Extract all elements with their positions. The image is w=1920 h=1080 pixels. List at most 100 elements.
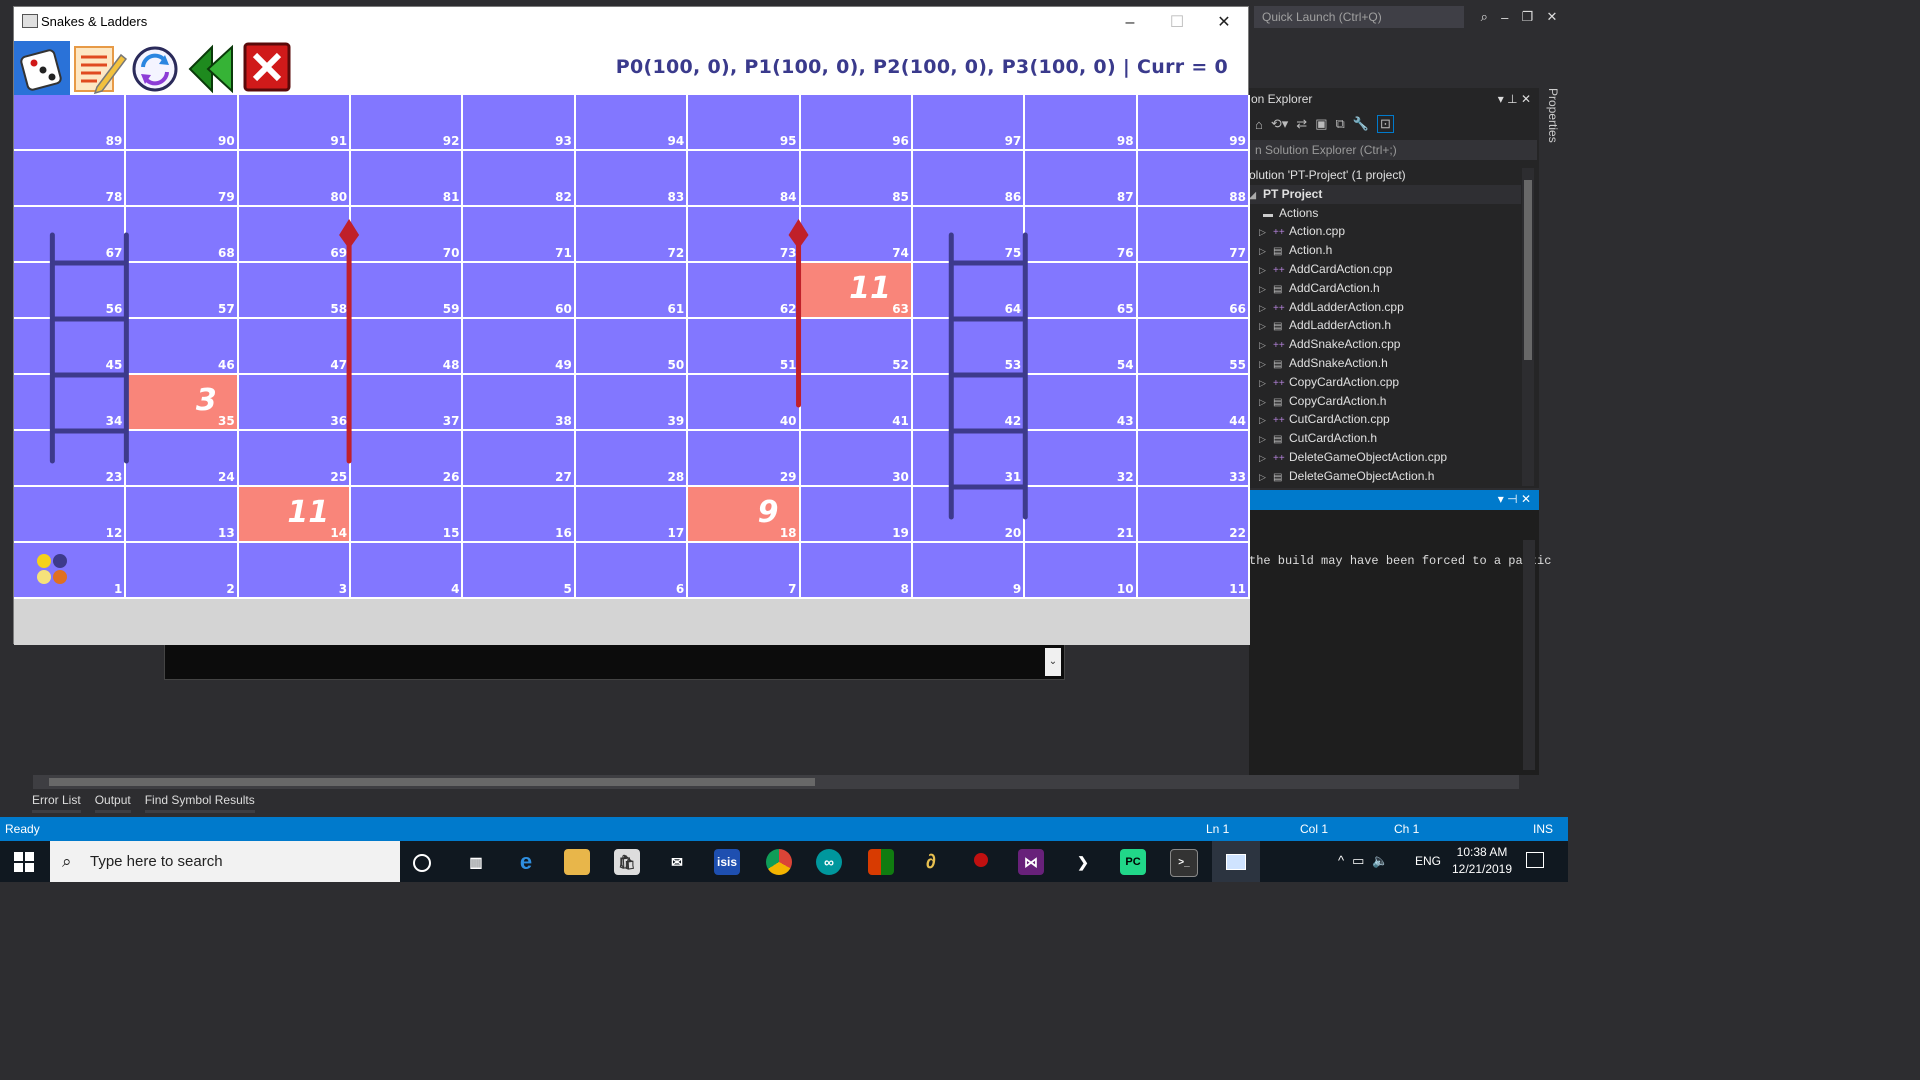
isis-icon[interactable]: isis xyxy=(714,849,740,875)
taskbar-search-input[interactable]: ⌕ Type here to search xyxy=(50,841,400,882)
quick-launch-input[interactable]: Quick Launch (Ctrl+Q) xyxy=(1254,6,1464,28)
chevron-right-icon[interactable]: ▷ xyxy=(1259,355,1273,374)
chevron-right-icon[interactable]: ▷ xyxy=(1259,411,1273,430)
tree-file-item[interactable]: ▷ ++ Action.cpp xyxy=(1249,222,1521,241)
copy-icon[interactable]: ⧉ xyxy=(1335,116,1344,132)
tree-file-item[interactable]: ▷ ▤ AddCardAction.h xyxy=(1249,279,1521,298)
solution-explorer-panel: on Explorer ▾ ⊥ ✕ ⌂ ⟲▾ ⇄ ▣ ⧉ 🔧 ⊡ n Solut… xyxy=(1249,88,1539,488)
dice-tool-icon[interactable] xyxy=(14,41,70,95)
tree-item-label: CutCardAction.h xyxy=(1289,431,1378,446)
tab-find-symbol-results[interactable]: Find Symbol Results xyxy=(144,791,255,813)
exit-icon[interactable] xyxy=(243,41,299,95)
store-icon[interactable]: 🛍 xyxy=(614,849,640,875)
tree-item-label: Actions xyxy=(1279,205,1319,220)
chevron-right-icon[interactable]: ▷ xyxy=(1259,242,1273,261)
chevron-down-icon[interactable]: ◢ xyxy=(1249,186,1263,205)
edge-icon[interactable]: e xyxy=(513,849,539,875)
game-board[interactable]: 89 90 91 92 93 94 95 96 97 98 99 78 79 80 81 82 83 84 85 86… xyxy=(14,95,1250,599)
tree-file-item[interactable]: ▷ ▤ AddLadderAction.h xyxy=(1249,316,1521,335)
tree-item-label: Action.cpp xyxy=(1289,224,1346,239)
edit-mode-icon[interactable] xyxy=(71,41,128,95)
chrome-icon[interactable] xyxy=(766,849,792,875)
sync-icon[interactable]: ⇄ xyxy=(1296,116,1307,132)
cortana-icon[interactable] xyxy=(413,854,431,872)
tree-file-item[interactable]: ▷ ▤ CutCardAction.h xyxy=(1249,429,1521,448)
tree-file-item[interactable]: ▷ ++ AddCardAction.cpp xyxy=(1249,260,1521,279)
restart-icon[interactable] xyxy=(131,41,187,95)
chevron-right-icon[interactable]: ▷ xyxy=(1259,223,1273,242)
game-window-taskbar-icon[interactable] xyxy=(1212,841,1260,882)
visual-studio-icon[interactable]: ⋈ xyxy=(1018,849,1044,875)
panel-controls[interactable]: ▾ ⊥ ✕ xyxy=(1498,88,1531,110)
close-button[interactable]: ✕ xyxy=(1202,11,1246,35)
back-icon[interactable] xyxy=(186,41,242,95)
tab-output[interactable]: Output xyxy=(94,791,131,813)
tab-error-list[interactable]: Error List xyxy=(32,791,81,813)
file-explorer-icon[interactable] xyxy=(564,849,590,875)
tree-file-item[interactable]: ▷ ++ CopyCardAction.cpp xyxy=(1249,373,1521,392)
output-panel-header: ▾ ⊣ ✕ xyxy=(1249,490,1539,510)
mail-icon[interactable]: ✉ xyxy=(664,849,690,875)
chevron-down-icon[interactable]: ⌄ xyxy=(1045,648,1061,676)
collapse-icon[interactable]: ▣ xyxy=(1315,116,1327,132)
preview-icon[interactable]: ⊡ xyxy=(1376,115,1394,133)
maximize-button[interactable]: ☐ xyxy=(1155,11,1199,35)
chevron-right-icon[interactable]: ▷ xyxy=(1259,393,1273,412)
chevron-right-icon[interactable]: ▷ xyxy=(1259,430,1273,449)
chevron-right-icon[interactable]: ▷ xyxy=(1259,468,1273,487)
chevron-right-icon[interactable]: ▷ xyxy=(1259,449,1273,468)
solution-node[interactable]: olution 'PT-Project' (1 project) xyxy=(1249,166,1521,185)
chevron-right-icon[interactable]: ▷ xyxy=(1259,280,1273,299)
output-panel-controls[interactable]: ▾ ⊣ ✕ xyxy=(1498,492,1531,506)
volume-icon[interactable]: 🔈 xyxy=(1372,853,1388,869)
solution-explorer-scrollbar[interactable] xyxy=(1522,168,1534,486)
search-icon[interactable]: ⌕ xyxy=(1481,9,1488,25)
powershell-icon[interactable]: ❯ xyxy=(1070,849,1096,875)
windows-start-icon[interactable] xyxy=(14,852,34,872)
tree-item-label: PT Project xyxy=(1263,186,1323,201)
tree-file-item[interactable]: ▷ ++ DeleteGameObjectAction.cpp xyxy=(1249,448,1521,467)
chevron-right-icon[interactable]: ▷ xyxy=(1259,336,1273,355)
horizontal-scrollbar[interactable] xyxy=(33,775,1519,789)
output-scrollbar[interactable] xyxy=(1523,540,1535,770)
tree-file-item[interactable]: ▷ ++ CutCardAction.cpp xyxy=(1249,410,1521,429)
chevron-up-icon[interactable]: ^ xyxy=(1338,853,1344,869)
properties-icon[interactable]: 🔧 xyxy=(1353,116,1369,132)
chevron-right-icon[interactable]: ▷ xyxy=(1259,299,1273,318)
minimize-icon[interactable]: – xyxy=(1501,10,1508,25)
tree-file-item[interactable]: ▷ ▤ DeleteGameObjectAction.h xyxy=(1249,467,1521,486)
tree-file-item[interactable]: ▷ ++ AddSnakeAction.cpp xyxy=(1249,335,1521,354)
project-node[interactable]: ◢ PT Project xyxy=(1249,184,1521,205)
tree-file-item[interactable]: ▷ ▤ AddSnakeAction.h xyxy=(1249,354,1521,373)
pycharm-icon[interactable]: PC xyxy=(1120,849,1146,875)
notification-icon[interactable] xyxy=(1526,852,1544,868)
restore-icon[interactable]: ❐ xyxy=(1522,9,1534,25)
office-icon[interactable] xyxy=(868,849,894,875)
chevron-right-icon[interactable]: ▷ xyxy=(1259,317,1273,336)
folder-node[interactable]: ▬ Actions xyxy=(1249,204,1521,223)
app-icon[interactable]: ∂ xyxy=(918,849,944,875)
history-icon[interactable]: ⟲▾ xyxy=(1271,116,1288,132)
solution-explorer-search[interactable]: n Solution Explorer (Ctrl+;) xyxy=(1249,140,1537,160)
arduino-icon[interactable]: ∞ xyxy=(816,849,842,875)
tree-item-label: DeleteGameObjectAction.h xyxy=(1289,468,1435,483)
chevron-right-icon[interactable]: ▷ xyxy=(1259,374,1273,393)
close-icon[interactable]: ✕ xyxy=(1546,9,1557,25)
tree-file-item[interactable]: ▷ ++ AddLadderAction.cpp xyxy=(1249,298,1521,317)
scroll-thumb[interactable] xyxy=(1524,180,1532,360)
clock[interactable]: 10:38 AM 12/21/2019 xyxy=(1449,844,1515,878)
tree-file-item[interactable]: ▷ ▤ CopyCardAction.h xyxy=(1249,392,1521,411)
task-view-icon[interactable]: ▥ xyxy=(463,849,489,875)
battery-icon[interactable]: ▭ xyxy=(1352,853,1364,869)
minimize-button[interactable]: – xyxy=(1108,11,1152,35)
home-icon[interactable]: ⌂ xyxy=(1255,117,1263,132)
scroll-thumb[interactable] xyxy=(49,778,815,786)
tree-file-item[interactable]: ▷ ▤ Action.h xyxy=(1249,241,1521,260)
terminal-icon[interactable]: >_ xyxy=(1170,849,1198,877)
output-panel: ▾ ⊣ ✕ the build may have been forced to … xyxy=(1249,490,1551,775)
board-overlay xyxy=(37,219,1028,584)
chevron-right-icon[interactable]: ▷ xyxy=(1259,261,1273,280)
language-indicator[interactable]: ENG xyxy=(1415,854,1441,868)
properties-tab[interactable]: Properties xyxy=(1542,88,1560,148)
app-red-icon[interactable] xyxy=(968,849,994,875)
